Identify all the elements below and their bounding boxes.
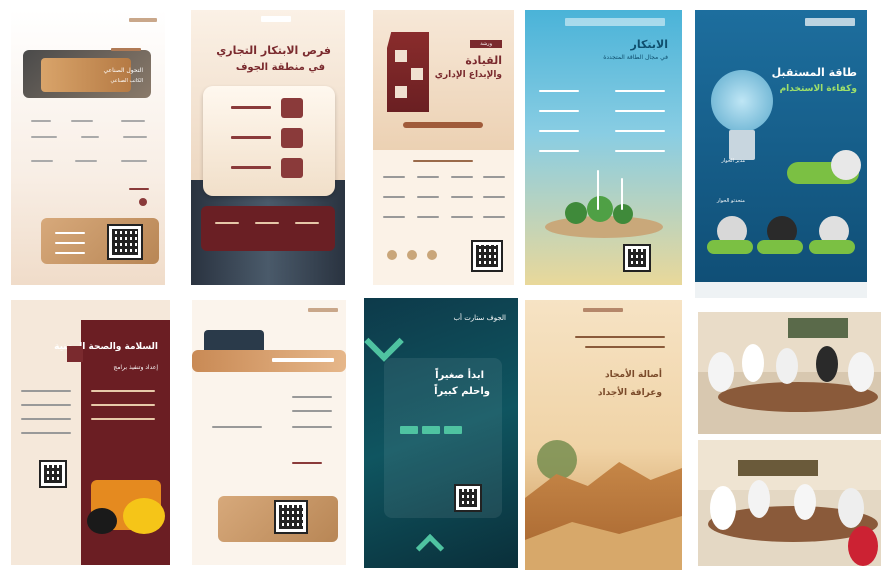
poster-title-line2: واحلم كبيراً — [434, 386, 490, 397]
poster-title: طاقة المستقبل — [771, 66, 857, 79]
poster-future-energy[interactable]: طاقة المستقبل وكفاءة الاستخدام مدير الحو… — [695, 10, 867, 298]
poster-title: التحول الصناعي — [103, 67, 143, 74]
poster-leadership[interactable]: ورشة القيادة والإبداع الإداري — [373, 10, 514, 285]
poster-heritage[interactable]: أصالة الأمجاد وعراقة الأجداد — [525, 300, 682, 570]
poster-title-line1: ابدأ صغيراً — [435, 370, 484, 381]
qr-code-icon — [107, 224, 143, 260]
poster-title: فرص الابتكار التجاري — [216, 44, 331, 57]
poster-subtitle: إعداد وتنفيذ برامج — [113, 364, 158, 371]
poster-startup[interactable]: الجوف ستارت أب ابدأ صغيراً واحلم كبيراً — [364, 298, 518, 568]
qr-code-icon — [274, 500, 308, 534]
poster-title-line2: وعراقة الأجداد — [597, 388, 662, 398]
meeting-photo-2[interactable] — [698, 440, 881, 566]
poster-badge: ورشة — [470, 40, 502, 48]
poster-title: القيادة — [465, 54, 502, 67]
qr-code-icon — [623, 244, 651, 272]
poster-side-text: الجوف ستارت أب — [453, 314, 506, 322]
qr-code-icon — [39, 460, 67, 488]
poster-subtitle: والإبداع الإداري — [434, 70, 502, 80]
poster-renewable-energy[interactable]: الابتكار في مجال الطاقة المتجددة — [525, 10, 682, 285]
poster-title: الابتكار — [630, 38, 668, 51]
poster-subtitle: الكاتب الصناعي — [110, 78, 143, 84]
poster-industrial[interactable]: التحول الصناعي الكاتب الصناعي — [11, 10, 165, 285]
meeting-photo-1[interactable] — [698, 312, 881, 434]
poster-subtitle: وكفاءة الاستخدام — [779, 84, 857, 94]
poster-gallery: التحول الصناعي الكاتب الصناعي فرص الابتك… — [0, 0, 881, 572]
poster-subtitle: في منطقة الجوف — [235, 62, 325, 73]
section-heading: مدير الحوار — [721, 158, 745, 164]
poster-title-line1: أصالة الأمجاد — [605, 370, 662, 380]
poster-subtitle: في مجال الطاقة المتجددة — [603, 54, 668, 61]
qr-code-icon — [454, 484, 482, 512]
qr-code-icon — [471, 240, 503, 272]
section-heading: متحدثو الحوار — [716, 198, 745, 204]
poster-data-analytics[interactable] — [192, 300, 346, 565]
poster-jouf-innovation[interactable]: فرص الابتكار التجاري في منطقة الجوف — [191, 10, 345, 285]
poster-occupational-safety[interactable]: السلامة والصحة المهنية إعداد وتنفيذ برام… — [11, 300, 170, 565]
